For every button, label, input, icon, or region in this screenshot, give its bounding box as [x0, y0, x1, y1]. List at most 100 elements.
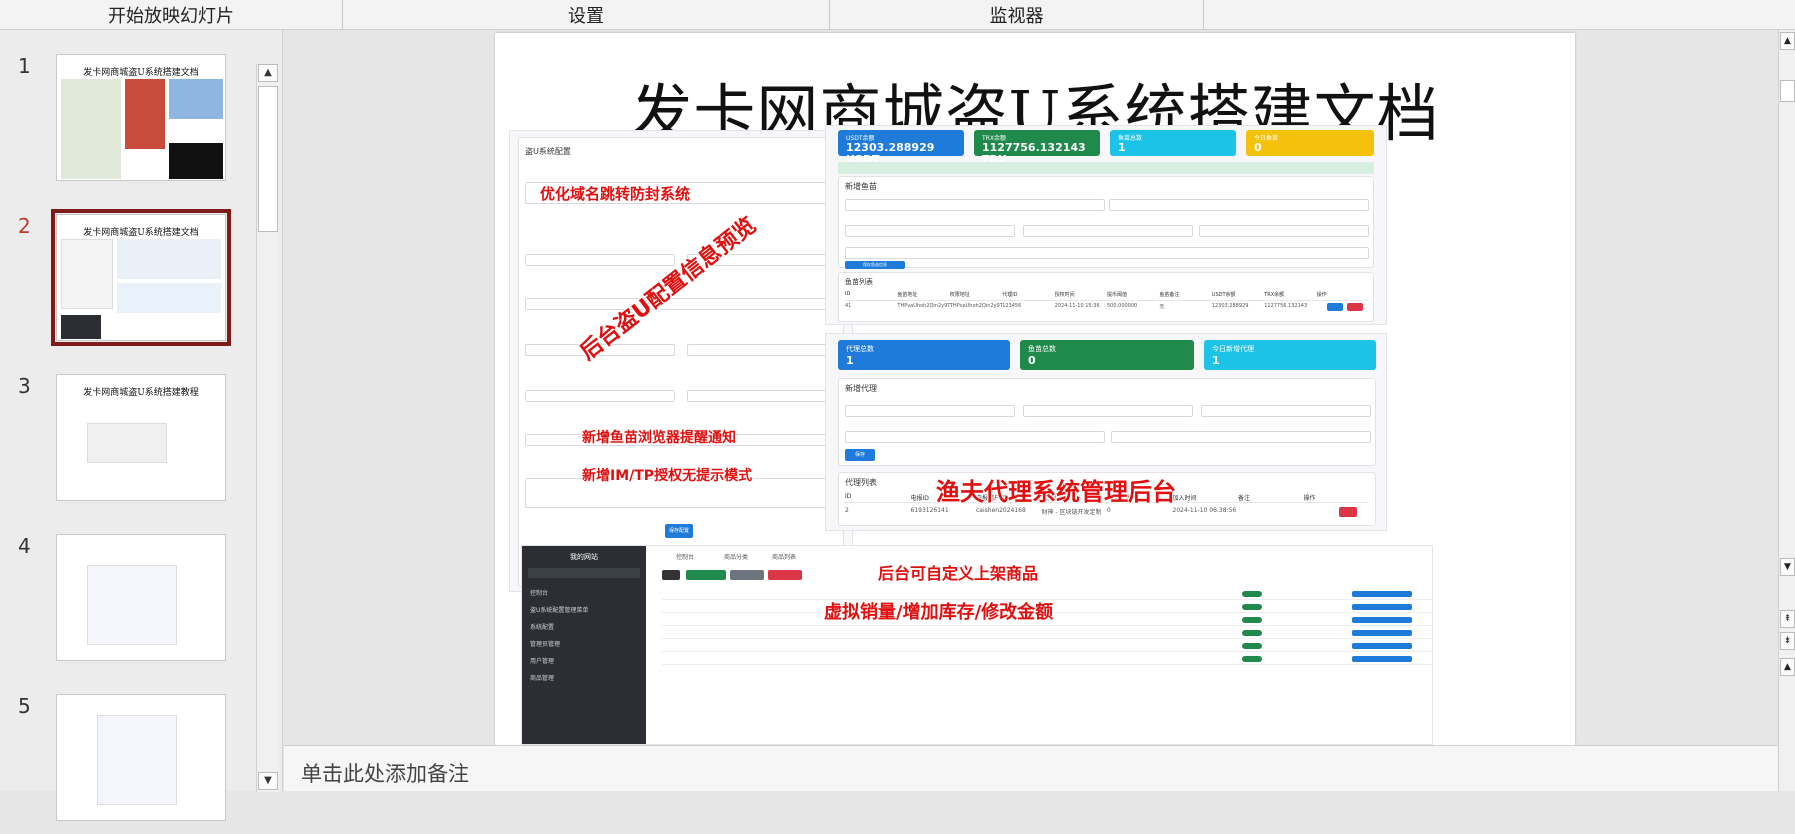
scroll-down-icon[interactable]: ▼ — [1780, 558, 1795, 576]
sidebar-menu-item[interactable]: 用户管理 — [522, 652, 646, 669]
divider — [845, 300, 1369, 301]
stat-label: 今日新增代理 — [1212, 345, 1254, 353]
row-action-button[interactable] — [1352, 591, 1412, 597]
row-action-button[interactable] — [1352, 630, 1412, 636]
scroll-up-icon[interactable]: ▲ — [1780, 32, 1795, 50]
config-field[interactable] — [525, 390, 675, 402]
delete-button[interactable] — [1347, 303, 1363, 311]
toolbar-button[interactable] — [662, 570, 680, 580]
slide-thumbnail-2[interactable]: 2 发卡网商城盗U系统搭建文档 — [0, 209, 255, 354]
config-field[interactable] — [525, 254, 675, 266]
editor-scrollbar[interactable]: ▲ ▼ ⇞ ⇟ ▲ — [1778, 30, 1795, 791]
shop-tab[interactable]: 控制台 — [676, 552, 694, 561]
sidebar-search[interactable] — [528, 568, 640, 578]
settings-label: 设置 — [568, 6, 604, 27]
config-field[interactable] — [687, 390, 837, 402]
agent-header-cell: ID — [845, 493, 852, 500]
slide-preview — [56, 694, 226, 821]
fish-row-cell: 2024-11-10 15:36 — [1054, 303, 1100, 309]
stat-label: 代理总数 — [846, 345, 874, 353]
slide-preview-title: 发卡网商城盗U系统搭建教程 — [83, 388, 199, 398]
fish-list-title: 鱼苗列表 — [845, 278, 873, 286]
edit-button[interactable] — [1327, 303, 1343, 311]
telegram-nickname-input[interactable] — [1201, 405, 1371, 417]
delete-button[interactable] — [768, 570, 802, 580]
scroll-down-icon[interactable]: ▼ — [258, 772, 278, 790]
auth-address-input[interactable] — [1109, 199, 1369, 211]
sidebar-menu-item[interactable]: 系统配置 — [522, 618, 646, 635]
start-slideshow-group[interactable]: 开始放映幻灯片 — [0, 0, 343, 30]
agent-panel: 代理总数 1 鱼苗总数 0 今日新增代理 1 新增代理 保存 代理列表 ID 电报ID 电… — [825, 333, 1387, 531]
scroll-up-icon[interactable]: ▲ — [258, 64, 278, 82]
config-field[interactable] — [525, 298, 837, 310]
slide-thumbnail-1[interactable]: 1 发卡网商城盗U系统搭建文档 — [0, 54, 255, 194]
slide-thumbnail-3[interactable]: 3 发卡网商城盗U系统搭建教程 — [0, 374, 255, 514]
slide-thumbnail-5[interactable]: 5 — [0, 694, 255, 834]
stat-trx: TRX余额 1127756.132143 TRX — [974, 130, 1100, 166]
thumb-image — [169, 79, 223, 119]
row-badge — [1242, 656, 1262, 662]
row-action-button[interactable] — [1352, 643, 1412, 649]
fish-remark-input[interactable] — [845, 247, 1369, 259]
agent-row-cell: caishen2024168 — [976, 507, 1026, 514]
next-slide-icon[interactable]: ⇟ — [1780, 632, 1795, 650]
slide-editor: 发卡网商城盗U系统搭建文档 盗U系统配置 保存配置 优化域名跳转防封系统 后台盗… — [284, 30, 1774, 745]
auth-time-input[interactable] — [1199, 225, 1369, 237]
notes-placeholder: 单击此处添加备注 — [301, 762, 469, 786]
current-slide[interactable]: 发卡网商城盗U系统搭建文档 盗U系统配置 保存配置 优化域名跳转防封系统 后台盗… — [495, 33, 1575, 745]
stat-agent-fish: 鱼苗总数 0 — [1020, 340, 1194, 370]
scroll-up-icon[interactable]: ▲ — [1780, 658, 1795, 676]
shop-panel: 我的网站 控制台 盗U系统配置管理菜单 系统配置 管理员管理 用户管理 商品管理 控制台商… — [521, 545, 1433, 745]
top-toolbar: 开始放映幻灯片 设置 监视器 — [0, 0, 1795, 30]
stat-fish-total: 鱼苗总数 1 — [1110, 130, 1236, 156]
thumb-image — [117, 283, 221, 313]
settings-group[interactable]: 设置 — [343, 0, 830, 30]
sidebar-menu-item[interactable]: 盗U系统配置管理菜单 — [522, 601, 646, 618]
table-row — [662, 627, 1432, 639]
delete-button[interactable] — [1339, 507, 1357, 517]
sidebar-menu-item[interactable]: 控制台 — [522, 584, 646, 601]
slides-panel: 1 发卡网商城盗U系统搭建文档 2 发卡网商城盗U系统搭建文档 3 发卡网商城盗… — [0, 30, 283, 821]
overlay-agent-admin: 渔夫代理系统管理后台 — [936, 478, 1176, 506]
slides-scrollbar[interactable]: ▲ ▼ — [256, 64, 279, 792]
shop-tab[interactable]: 商品分类 — [724, 552, 748, 561]
slide-preview: 发卡网商城盗U系统搭建文档 — [56, 54, 226, 181]
telegram-id-input[interactable] — [845, 405, 1015, 417]
fish-header-cell: 操作 — [1316, 292, 1327, 298]
fish-row-cell: THPvaUhoh2Qin2y9THCZ... — [949, 303, 1003, 309]
monitor-group[interactable]: 监视器 — [830, 0, 1204, 30]
threshold-input[interactable] — [1023, 225, 1193, 237]
scrollbar-thumb[interactable] — [258, 86, 278, 232]
scrollbar-thumb[interactable] — [1780, 80, 1795, 102]
notes-pane[interactable]: 单击此处添加备注 — [284, 745, 1778, 791]
row-action-button[interactable] — [1352, 604, 1412, 610]
row-action-button[interactable] — [1352, 656, 1412, 662]
fish-address-input[interactable] — [845, 199, 1105, 211]
save-config-button[interactable]: 保存配置 — [665, 524, 693, 538]
add-button[interactable] — [686, 570, 726, 580]
agent-row-cell: 2 — [845, 507, 849, 514]
save-fish-button[interactable]: 保存鱼苗信息 — [845, 261, 905, 269]
thumb-image — [87, 565, 177, 645]
slide-number: 5 — [18, 694, 31, 718]
overlay-im-tp: 新增IM/TP授权无提示模式 — [582, 468, 753, 484]
config-field[interactable] — [687, 344, 837, 356]
fish-panel: USDT余额 12303.288929 USDT TRX余额 1127756.132… — [825, 125, 1387, 325]
stat-value: 1 — [1212, 354, 1220, 367]
sidebar-menu-item[interactable]: 商品管理 — [522, 669, 646, 686]
telegram-username-input[interactable] — [1023, 405, 1193, 417]
fish-header-cell: 鱼苗备注 — [1159, 292, 1180, 298]
row-action-button[interactable] — [1352, 617, 1412, 623]
monitor-label: 监视器 — [989, 6, 1044, 27]
save-agent-button[interactable]: 保存 — [845, 449, 875, 461]
edit-button[interactable] — [730, 570, 764, 580]
stat-label: 鱼苗总数 — [1028, 345, 1056, 353]
previous-slide-icon[interactable]: ⇞ — [1780, 610, 1795, 628]
stat-agent-today: 今日新增代理 1 — [1204, 340, 1376, 370]
slide-thumbnail-4[interactable]: 4 — [0, 534, 255, 674]
join-time-input[interactable] — [845, 431, 1105, 443]
shop-tab[interactable]: 商品列表 — [772, 552, 796, 561]
sidebar-menu-item[interactable]: 管理员管理 — [522, 635, 646, 652]
agent-id-input[interactable] — [845, 225, 1015, 237]
agent-remark-input[interactable] — [1111, 431, 1371, 443]
